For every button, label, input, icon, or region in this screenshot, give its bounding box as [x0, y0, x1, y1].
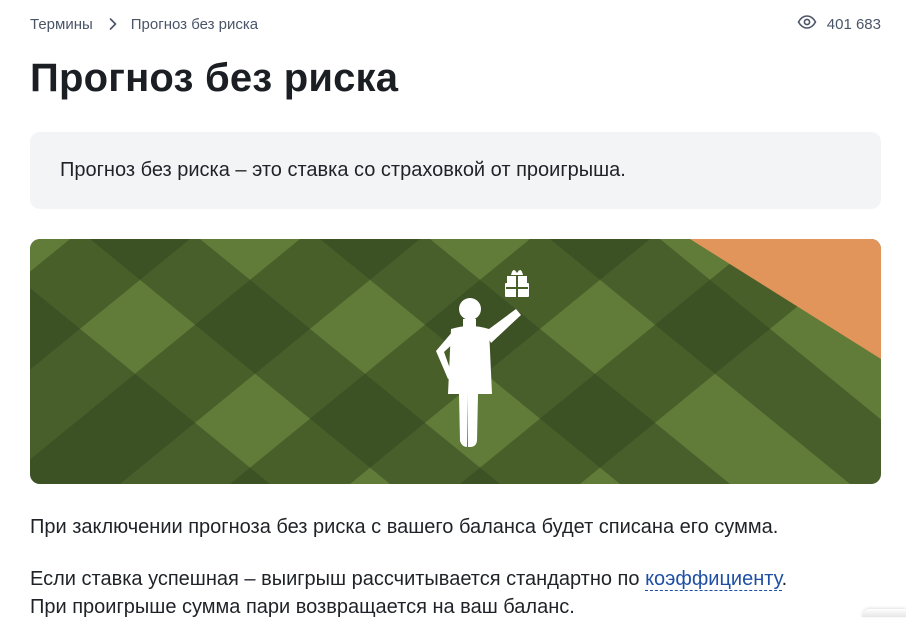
views-counter: 401 683 [797, 14, 881, 34]
breadcrumb-item-current: Прогноз без риска [130, 15, 259, 33]
coefficient-link[interactable]: коэффициенту [645, 568, 782, 591]
definition-text: Прогноз без риска – это ставка со страхо… [60, 159, 626, 181]
illustration-banner [30, 239, 881, 484]
breadcrumb-item-terms[interactable]: Термины [30, 16, 93, 33]
definition-box: Прогноз без риска – это ставка со страхо… [30, 132, 881, 209]
views-count: 401 683 [826, 15, 881, 33]
paragraph-1: При заключении прогноза без риска с ваше… [30, 516, 779, 538]
breadcrumb: Термины Прогноз без риска [30, 14, 258, 34]
page-title: Прогноз без риска [30, 56, 399, 100]
paragraph-2-end: . [781, 568, 788, 590]
scroll-widget-edge[interactable] [862, 609, 906, 617]
paragraph-3-text: При проигрыше сумма пари возвращается на… [30, 596, 575, 618]
chevron-right-icon [109, 18, 117, 30]
paragraph-2: Если ставка успешная – выигрыш рассчитыв… [30, 565, 787, 621]
eye-icon [797, 15, 817, 33]
paragraph-2-text: Если ставка успешная – выигрыш рассчитыв… [30, 568, 646, 590]
